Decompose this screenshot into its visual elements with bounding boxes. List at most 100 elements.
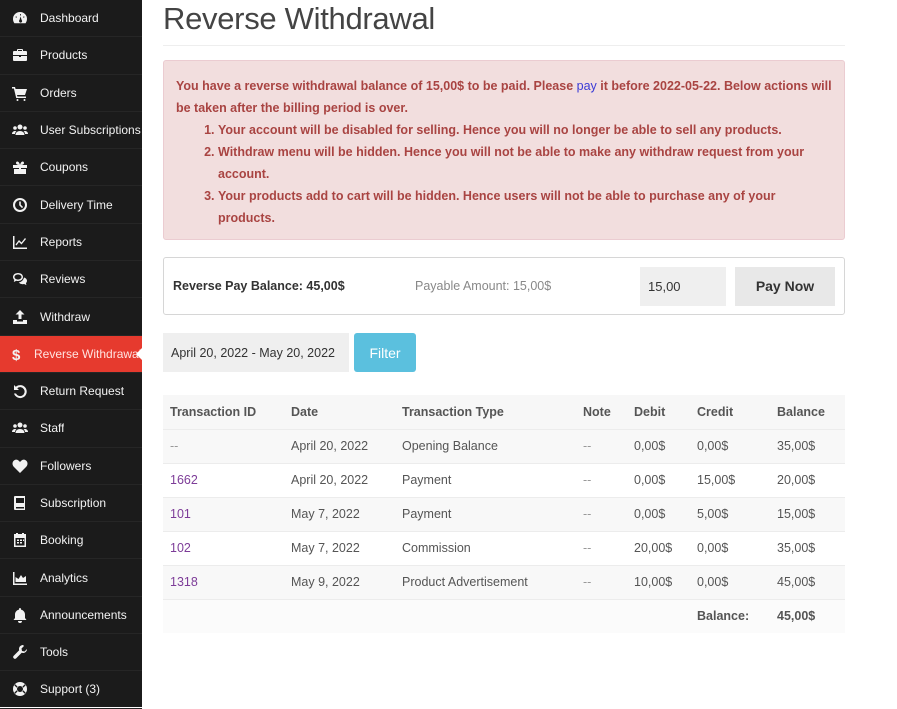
empty-cell [576, 598, 627, 633]
column-header-transaction-id: Transaction ID [163, 395, 284, 429]
table-row: 1318 May 9, 2022 Product Advertisement -- 10… [163, 564, 845, 599]
cell-id: 1318 [163, 564, 284, 599]
users-icon [0, 122, 40, 138]
column-header-date: Date [284, 395, 395, 429]
cart-icon [0, 85, 40, 101]
table-row: 1662 April 20, 2022 Payment -- 0,00$ 15,00$ 20… [163, 462, 845, 497]
sidebar-item-label: Reviews [40, 272, 86, 287]
cell-balance: 20,00$ [770, 462, 845, 497]
cell-note: -- [576, 428, 627, 463]
tachometer-icon [0, 10, 40, 26]
filter-row: Filter [163, 333, 845, 372]
sidebar-item-booking[interactable]: Booking [0, 522, 142, 560]
sidebar-item-label: Withdraw [40, 309, 91, 324]
pay-now-button[interactable]: Pay Now [735, 266, 835, 306]
heart-icon [0, 458, 40, 474]
cell-balance: 45,00$ [770, 564, 845, 599]
alert-action-list: Your account will be disabled for sellin… [218, 119, 832, 229]
date-range-input[interactable] [163, 333, 349, 372]
sidebar-item-return-request[interactable]: Return Request [0, 373, 142, 411]
sidebar-item-label: Tools [40, 645, 69, 660]
sidebar-item-reviews[interactable]: Reviews [0, 261, 142, 299]
sidebar-item-subscription[interactable]: Subscription [0, 485, 142, 523]
sidebar-item-label: Dashboard [40, 11, 99, 26]
calendar-icon [0, 532, 40, 548]
bell-icon [0, 607, 40, 623]
cell-note: -- [576, 462, 627, 497]
alert-action-item: Your account will be disabled for sellin… [218, 119, 832, 141]
cell-id: -- [163, 428, 284, 463]
payable-amount: Payable Amount: 15,00$ [415, 279, 552, 293]
sidebar-item-label: Staff [40, 421, 65, 436]
reverse-pay-balance: Reverse Pay Balance: 45,00$ [173, 279, 345, 293]
sidebar-item-label: Orders [40, 85, 77, 100]
undo-icon [0, 383, 40, 399]
sidebar-item-withdraw[interactable]: Withdraw [0, 298, 142, 336]
sidebar-item-products[interactable]: Products [0, 37, 142, 75]
sidebar-item-label: Delivery Time [40, 197, 113, 212]
reverse-pay-box: Reverse Pay Balance: 45,00$ Payable Amou… [163, 257, 845, 315]
transaction-id-link[interactable]: 102 [170, 541, 191, 555]
cell-id: 1662 [163, 462, 284, 497]
dollar-icon: $ [0, 346, 34, 362]
column-header-balance: Balance [770, 395, 845, 429]
column-header-note: Note [576, 395, 627, 429]
sidebar-item-delivery-time[interactable]: Delivery Time [0, 186, 142, 224]
transaction-id-link[interactable]: 1662 [170, 473, 198, 487]
page-title: Reverse Withdrawal [163, 0, 845, 46]
sidebar-item-label: Coupons [40, 160, 89, 175]
cell-credit: 15,00$ [690, 462, 770, 497]
cell-debit: 0,00$ [627, 496, 690, 531]
life-ring-icon [0, 681, 40, 697]
cell-type: Commission [395, 530, 576, 565]
reverse-withdrawal-alert: You have a reverse withdrawal balance of… [163, 60, 845, 240]
briefcase-icon [0, 47, 40, 63]
sidebar-item-label: Followers [40, 458, 92, 473]
sidebar-item-label: Products [40, 48, 88, 63]
cell-type: Payment [395, 462, 576, 497]
sidebar-item-reports[interactable]: Reports [0, 224, 142, 262]
transaction-id-link[interactable]: 1318 [170, 575, 198, 589]
transactions-table: Transaction ID Date Transaction Type Not… [163, 395, 845, 633]
alert-action-item: Your products add to cart will be hidden… [218, 185, 832, 229]
cell-date: May 9, 2022 [284, 564, 395, 599]
cell-debit: 0,00$ [627, 462, 690, 497]
cell-credit: 0,00$ [690, 428, 770, 463]
table-row: -- April 20, 2022 Opening Balance -- 0,00$ 0,… [163, 428, 845, 463]
pay-link[interactable]: pay [577, 79, 597, 93]
book-icon [0, 495, 40, 511]
sidebar-item-analytics[interactable]: Analytics [0, 559, 142, 597]
transaction-id-link[interactable]: 101 [170, 507, 191, 521]
sidebar-item-tools[interactable]: Tools [0, 634, 142, 672]
cell-id: 101 [163, 496, 284, 531]
table-row: 102 May 7, 2022 Commission -- 20,00$ 0,00$ 35,… [163, 530, 845, 565]
cell-debit: 20,00$ [627, 530, 690, 565]
sidebar-item-staff[interactable]: Staff [0, 410, 142, 448]
sidebar-item-user-subscriptions[interactable]: User Subscriptions [0, 112, 142, 150]
sidebar-item-coupons[interactable]: Coupons [0, 149, 142, 187]
empty-cell [163, 598, 284, 633]
sidebar: Dashboard Products Orders User Subscription… [0, 0, 143, 709]
empty-cell [395, 598, 576, 633]
sidebar-item-dashboard[interactable]: Dashboard [0, 0, 142, 38]
wrench-icon [0, 644, 40, 660]
pay-amount-input[interactable] [640, 266, 726, 306]
main-content: Reverse Withdrawal You have a reverse wi… [163, 0, 845, 633]
column-header-debit: Debit [627, 395, 690, 429]
table-header-row: Transaction ID Date Transaction Type Not… [163, 395, 845, 429]
svg-text:$: $ [12, 347, 21, 362]
sidebar-item-announcements[interactable]: Announcements [0, 597, 142, 635]
cell-credit: 5,00$ [690, 496, 770, 531]
cell-date: April 20, 2022 [284, 428, 395, 463]
cell-date: May 7, 2022 [284, 530, 395, 565]
sidebar-item-support-3[interactable]: Support (3) [0, 671, 142, 709]
cell-balance: 35,00$ [770, 530, 845, 565]
sidebar-item-label: Return Request [40, 384, 125, 399]
sidebar-item-reverse-withdrawal[interactable]: $ Reverse Withdrawal [0, 335, 143, 373]
filter-button[interactable]: Filter [354, 333, 416, 372]
sidebar-item-followers[interactable]: Followers [0, 448, 142, 485]
cell-balance: 35,00$ [770, 428, 845, 463]
cell-type: Payment [395, 496, 576, 531]
sidebar-item-orders[interactable]: Orders [0, 75, 142, 112]
empty-cell [284, 598, 395, 633]
